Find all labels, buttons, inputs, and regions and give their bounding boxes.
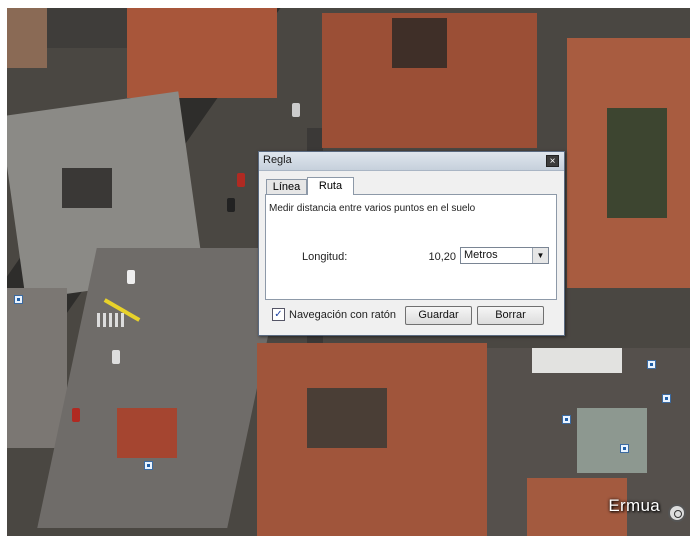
instruction-text: Medir distancia entre varios puntos en e… (269, 203, 476, 214)
clear-button[interactable]: Borrar (477, 306, 544, 325)
close-button[interactable]: × (546, 155, 559, 167)
mouse-navigation-checkbox[interactable]: ✓ (272, 308, 285, 321)
car (72, 408, 80, 422)
tab-panel: Medir distancia entre varios puntos en e… (265, 194, 557, 300)
car (127, 270, 135, 284)
dialog-title: Regla (263, 154, 292, 166)
crosswalk (97, 313, 127, 327)
courtyard (62, 168, 112, 208)
place-label[interactable]: Ermua (608, 496, 660, 516)
courtyard (392, 18, 447, 68)
building-roof (127, 8, 277, 98)
courtyard (307, 388, 387, 448)
photo-pin-icon[interactable] (562, 415, 571, 424)
building-roof (7, 288, 67, 448)
tab-ruta[interactable]: Ruta (307, 177, 354, 195)
dialog-titlebar[interactable]: Regla × (259, 152, 564, 171)
terrace (117, 408, 177, 458)
mouse-navigation-label[interactable]: Navegación con ratón (289, 309, 396, 321)
unit-select-value: Metros (464, 249, 498, 261)
photo-pin-icon[interactable] (620, 444, 629, 453)
car (227, 198, 235, 212)
compass-icon[interactable] (668, 504, 686, 522)
ruler-dialog: Regla × Línea Ruta Medir distancia entre… (258, 151, 565, 336)
unit-select[interactable]: Metros ▼ (460, 247, 549, 264)
photo-pin-icon[interactable] (14, 295, 23, 304)
length-label: Longitud: (302, 251, 348, 263)
photo-pin-icon[interactable] (662, 394, 671, 403)
car (237, 173, 245, 187)
chevron-down-icon[interactable]: ▼ (532, 248, 548, 263)
building-roof (7, 8, 47, 68)
save-button[interactable]: Guardar (405, 306, 472, 325)
courtyard (607, 108, 667, 218)
length-value: 10,20 (428, 251, 456, 263)
building-facade (532, 348, 622, 373)
photo-pin-icon[interactable] (144, 461, 153, 470)
car (112, 350, 120, 364)
photo-pin-icon[interactable] (647, 360, 656, 369)
building-roof (577, 408, 647, 473)
car (292, 103, 300, 117)
tab-linea[interactable]: Línea (266, 179, 307, 194)
